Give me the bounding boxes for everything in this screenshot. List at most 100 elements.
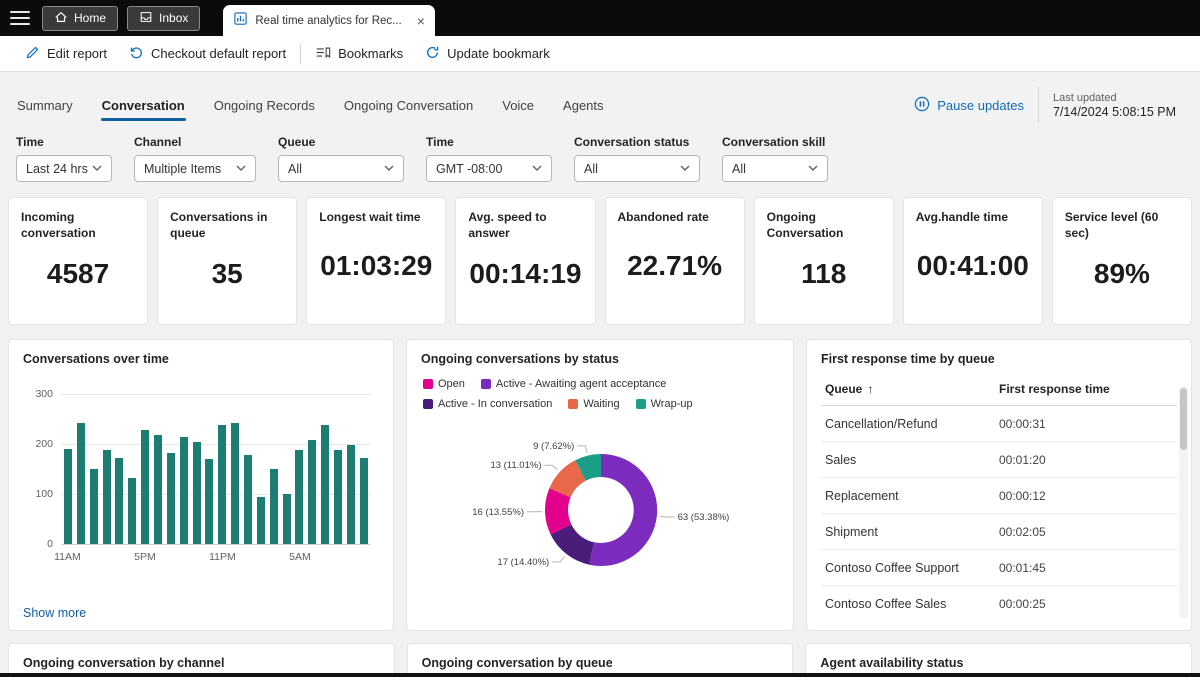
edit-report-button[interactable]: Edit report (14, 36, 118, 71)
legend-item-active-awaiting-agent-acceptance[interactable]: Active - Awaiting agent acceptance (481, 378, 666, 390)
bar (167, 453, 175, 545)
inbox-label: Inbox (159, 11, 188, 25)
scrollbar-thumb[interactable] (1180, 388, 1187, 450)
pencil-icon (25, 45, 40, 63)
pause-updates-button[interactable]: Pause updates (914, 96, 1024, 115)
donut-legend: Open Active - Awaiting agent acceptance Ac… (423, 378, 779, 410)
bottom-card-ongoing-conversation-by-queue: Ongoing conversation by queue (407, 643, 794, 677)
legend-item-active-in-conversation[interactable]: Active - In conversation (423, 398, 552, 410)
bar (103, 450, 111, 544)
update-bookmark-button[interactable]: Update bookmark (414, 36, 561, 71)
filter-channel-1: ChannelMultiple Items (134, 135, 256, 182)
tab-conversation[interactable]: Conversation (101, 89, 186, 122)
show-more-link[interactable]: Show more (23, 606, 86, 620)
filter-label: Conversation status (574, 135, 700, 149)
filter-dropdown-channel-1[interactable]: Multiple Items (134, 155, 256, 182)
kpi-label: Service level (60 sec) (1065, 209, 1179, 241)
bar (141, 430, 149, 544)
legend-label: Wrap-up (651, 398, 693, 410)
bookmarks-button[interactable]: Bookmarks (304, 36, 414, 71)
active-report-tab[interactable]: Real time analytics for Rec... × (223, 5, 435, 36)
bookmarks-label: Bookmarks (338, 46, 403, 61)
bar (283, 494, 291, 544)
bar (77, 423, 85, 545)
hamburger-menu-icon[interactable] (10, 11, 30, 25)
filter-label: Queue (278, 135, 404, 149)
filter-dropdown-conversation-status-4[interactable]: All (574, 155, 700, 182)
table-row: Contoso Coffee Support00:01:45 (821, 550, 1177, 586)
tab-voice[interactable]: Voice (501, 89, 535, 122)
bar (308, 440, 316, 545)
kpi-value: 4587 (21, 241, 135, 313)
filter-dropdown-queue-2[interactable]: All (278, 155, 404, 182)
bar-x-axis: 11AM5PM11PM5AM (61, 549, 371, 565)
status-area: Pause updates Last updated 7/14/2024 5:0… (914, 87, 1184, 123)
legend-item-waiting[interactable]: Waiting (568, 398, 619, 410)
kpi-card-avg-speed-to-answer: Avg. speed to answer00:14:19 (455, 197, 595, 325)
chevron-down-icon (92, 165, 102, 172)
tab-summary[interactable]: Summary (16, 89, 74, 122)
dropdown-value: All (288, 162, 302, 176)
home-session-button[interactable]: Home (42, 6, 118, 31)
table-row: Contoso Coffee Sales00:00:25 (821, 586, 1177, 611)
chevron-down-icon (532, 165, 542, 172)
y-tick-label: 0 (25, 538, 53, 550)
y-tick-label: 100 (25, 488, 53, 500)
queue-cell: Contoso Coffee Support (825, 561, 999, 575)
bar (154, 435, 162, 545)
tab-agents[interactable]: Agents (562, 89, 604, 122)
response-time-cell: 00:02:05 (999, 525, 1173, 539)
filter-time-3: Time GMT -08:00 (426, 135, 552, 182)
command-bar-divider (300, 44, 301, 64)
bar (244, 455, 252, 544)
donut-data-label: 16 (13.55%) (472, 507, 524, 518)
table-row: Replacement00:00:12 (821, 478, 1177, 514)
response-time-cell: 00:00:25 (999, 597, 1173, 611)
donut-data-label: 63 (53.38%) (678, 512, 730, 523)
tab-ongoing-conversation[interactable]: Ongoing Conversation (343, 89, 474, 122)
app-window: Home Inbox Real time analytics for Rec..… (0, 0, 1200, 677)
legend-label: Active - In conversation (438, 398, 552, 410)
queue-cell: Shipment (825, 525, 999, 539)
filter-dropdown-time-3[interactable]: GMT -08:00 (426, 155, 552, 182)
close-icon[interactable]: × (417, 14, 425, 28)
kpi-label: Ongoing Conversation (767, 209, 881, 241)
bar (64, 449, 72, 544)
legend-item-wrap-up[interactable]: Wrap-up (636, 398, 693, 410)
bar (360, 458, 368, 545)
chevron-down-icon (808, 165, 818, 172)
checkout-default-report-button[interactable]: Checkout default report (118, 36, 297, 71)
table-col-frt[interactable]: First response time (999, 382, 1173, 396)
table-scrollbar[interactable] (1179, 386, 1188, 618)
bar (321, 425, 329, 545)
legend-swatch (423, 379, 433, 389)
kpi-label: Abandoned rate (618, 209, 732, 225)
filter-dropdown-conversation-skill-5[interactable]: All (722, 155, 828, 182)
bar (257, 497, 265, 545)
filter-label: Time (426, 135, 552, 149)
kpi-label: Longest wait time (319, 209, 433, 225)
response-time-cell: 00:01:45 (999, 561, 1173, 575)
queue-cell: Contoso Coffee Sales (825, 597, 999, 611)
revert-icon (129, 45, 144, 63)
legend-item-open[interactable]: Open (423, 378, 465, 390)
table-row: Shipment00:02:05 (821, 514, 1177, 550)
queue-cell: Cancellation/Refund (825, 417, 999, 431)
table-col-queue[interactable]: Queue↑ (825, 382, 999, 396)
bar (128, 478, 136, 545)
kpi-label: Incoming conversation (21, 209, 135, 241)
filter-dropdown-time-0[interactable]: Last 24 hrs (16, 155, 112, 182)
bar (115, 458, 123, 545)
dropdown-value: GMT -08:00 (436, 162, 502, 176)
bar (193, 442, 201, 544)
first-response-card: First response time by queue Queue↑ Firs… (806, 339, 1192, 631)
bar (334, 450, 342, 544)
donut-data-label: 17 (14.40%) (497, 557, 549, 568)
last-updated-value: 7/14/2024 5:08:15 PM (1053, 105, 1176, 119)
x-tick-label: 11AM (54, 551, 81, 563)
kpi-value: 35 (170, 241, 284, 313)
dropdown-value: Last 24 hrs (26, 162, 88, 176)
conversations-over-time-card: Conversations over time 0100200300 11AM5… (8, 339, 394, 631)
tab-ongoing-records[interactable]: Ongoing Records (213, 89, 316, 122)
inbox-session-button[interactable]: Inbox (127, 6, 200, 31)
